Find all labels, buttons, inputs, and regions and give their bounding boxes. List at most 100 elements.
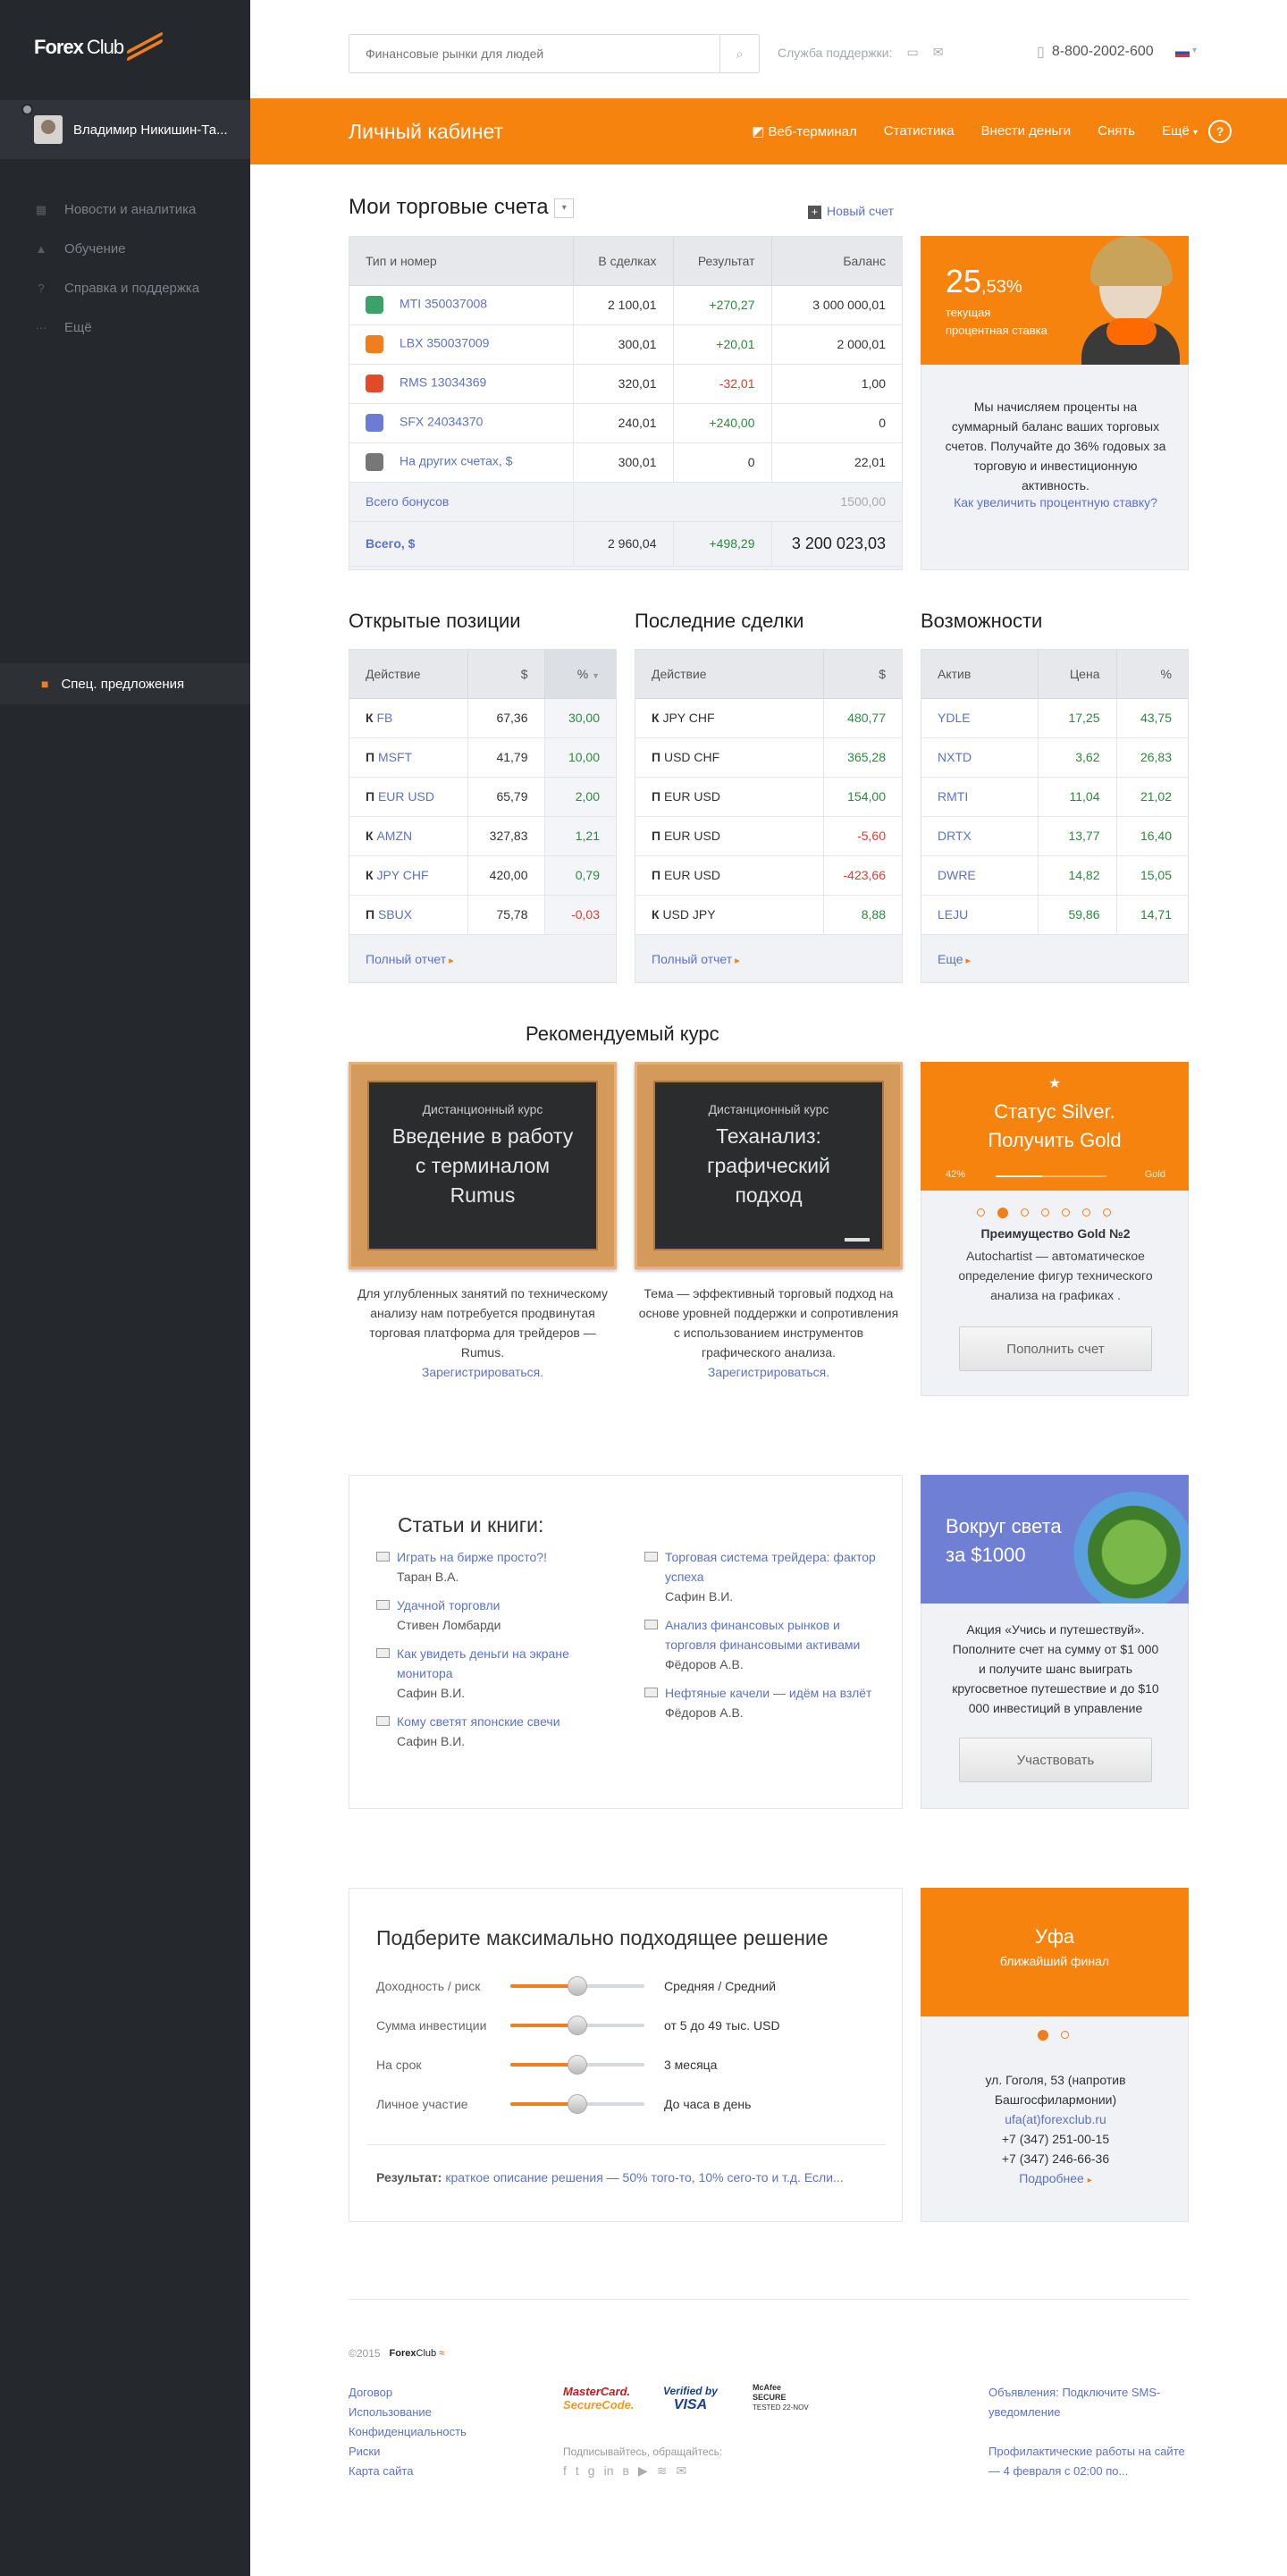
- opportunities-more-link[interactable]: Еще: [938, 952, 971, 966]
- col-type[interactable]: Тип и номер: [349, 237, 574, 286]
- rss-icon[interactable]: ≋: [657, 2463, 668, 2479]
- position-row[interactable]: К AMZN 327,83 1,21: [349, 816, 616, 856]
- col-asset[interactable]: Актив: [921, 650, 1039, 699]
- final-email[interactable]: ufa(at)forexclub.ru: [921, 2109, 1190, 2129]
- carousel-dots[interactable]: [1038, 2030, 1069, 2041]
- position-row[interactable]: П EUR USD 65,79 2,00: [349, 777, 616, 817]
- account-link[interactable]: На других счетах, $: [400, 454, 512, 468]
- menu-withdraw[interactable]: Снять: [1098, 123, 1135, 139]
- youtube-icon[interactable]: ▶: [638, 2463, 648, 2479]
- book-title[interactable]: Анализ финансовых рынков и торговля фина…: [644, 1615, 877, 1654]
- travel-banner[interactable]: Вокруг света за $1000: [921, 1475, 1189, 1604]
- deal-row[interactable]: П USD CHF 365,28: [635, 737, 902, 778]
- footer-link-privacy[interactable]: Конфиденциальность: [349, 2422, 467, 2442]
- sidebar-item-promo[interactable]: ■ Спец. предложения: [0, 663, 250, 704]
- opportunity-row[interactable]: DRTX 13,77 16,40: [921, 816, 1188, 856]
- position-row[interactable]: П SBUX 75,78 -0,03: [349, 895, 616, 935]
- account-row[interactable]: RMS 13034369 320,01 -32,01 1,00: [349, 364, 902, 404]
- slider-track[interactable]: [510, 2016, 644, 2035]
- opportunity-row[interactable]: YDLE 17,25 43,75: [921, 698, 1188, 738]
- final-more-link[interactable]: Подробнее ▸: [921, 2168, 1190, 2191]
- user-profile[interactable]: Владимир Никишин-Та...: [0, 100, 250, 159]
- col-usd[interactable]: $: [467, 650, 545, 699]
- course-card-2[interactable]: Дистанционный курс Теханализ: графически…: [635, 1062, 903, 1269]
- opportunity-row[interactable]: NXTD 3,62 26,83: [921, 737, 1188, 778]
- symbol-link[interactable]: SBUX: [378, 907, 412, 922]
- carousel-dots[interactable]: [977, 1208, 1111, 1218]
- menu-web-terminal[interactable]: ◩ Веб-терминал: [752, 123, 857, 139]
- col-result[interactable]: Результат: [673, 237, 772, 286]
- asset-link[interactable]: YDLE: [921, 698, 1039, 738]
- deal-row[interactable]: К USD JPY 8,88: [635, 895, 902, 935]
- rate-link[interactable]: Как увеличить процентную ставку?: [930, 495, 1181, 509]
- account-link[interactable]: LBX 350037009: [400, 336, 489, 350]
- book-title[interactable]: Нефтяные качели — идём на взлёт: [644, 1683, 877, 1703]
- linkedin-icon[interactable]: in: [604, 2463, 614, 2479]
- course-card-1[interactable]: Дистанционный курс Введение в работу с т…: [349, 1062, 617, 1269]
- deal-row[interactable]: П EUR USD 154,00: [635, 777, 902, 817]
- deal-row[interactable]: П EUR USD -5,60: [635, 816, 902, 856]
- new-account-button[interactable]: + Новый счет: [808, 204, 894, 219]
- language-flag-icon[interactable]: [1175, 48, 1190, 57]
- slider-track[interactable]: [510, 2055, 644, 2075]
- account-link[interactable]: SFX 24034370: [400, 415, 483, 429]
- register-link[interactable]: Зарегистрироваться.: [422, 1365, 543, 1379]
- book-title[interactable]: Кому светят японские свечи: [376, 1712, 618, 1731]
- top-up-button[interactable]: Пополнить счет: [959, 1326, 1152, 1371]
- slider-track[interactable]: [510, 2094, 644, 2114]
- slider-track[interactable]: [510, 1976, 644, 1996]
- account-link[interactable]: RMS 13034369: [400, 375, 486, 390]
- slider-handle[interactable]: [568, 2055, 587, 2075]
- symbol-link[interactable]: JPY CHF: [376, 868, 428, 882]
- sidebar-item-education[interactable]: ▲ Обучение: [34, 241, 126, 257]
- maintenance-notice[interactable]: Профилактические работы на сайте — 4 фев…: [988, 2442, 1189, 2481]
- help-button[interactable]: ?: [1208, 120, 1232, 143]
- opportunity-row[interactable]: DWRE 14,82 15,05: [921, 855, 1188, 896]
- slider-handle[interactable]: [568, 2016, 587, 2035]
- col-pct[interactable]: % ▼: [544, 650, 616, 699]
- col-deals[interactable]: В сделках: [573, 237, 674, 286]
- chat-icon[interactable]: ▭: [907, 45, 919, 60]
- chevron-down-icon[interactable]: ▾: [1192, 46, 1197, 55]
- positions-more-link[interactable]: Полный отчет: [366, 952, 454, 966]
- menu-statistics[interactable]: Статистика: [884, 123, 955, 139]
- sidebar-item-help[interactable]: ? Справка и поддержка: [34, 281, 199, 296]
- opportunity-row[interactable]: RMTI 11,04 21,02: [921, 777, 1188, 817]
- menu-more[interactable]: Ещё ▾: [1162, 123, 1198, 139]
- logo[interactable]: Forex Club: [34, 31, 164, 62]
- symbol-link[interactable]: FB: [376, 711, 392, 725]
- account-row[interactable]: SFX 24034370 240,01 +240,00 0: [349, 403, 902, 443]
- sidebar-item-news[interactable]: ▦ Новости и аналитика: [34, 202, 197, 217]
- position-row[interactable]: П MSFT 41,79 10,00: [349, 737, 616, 778]
- mail-icon[interactable]: ✉: [676, 2463, 686, 2479]
- account-row[interactable]: На других счетах, $ 300,01 0 22,01: [349, 442, 902, 483]
- result-link[interactable]: краткое описание решения — 50% того-то, …: [445, 2170, 843, 2185]
- sidebar-item-more[interactable]: ··· Ещё: [34, 320, 92, 335]
- col-action[interactable]: Действие: [349, 650, 468, 699]
- asset-link[interactable]: NXTD: [921, 737, 1039, 778]
- col-action[interactable]: Действие: [635, 650, 824, 699]
- google-plus-icon[interactable]: g: [588, 2463, 595, 2479]
- footer-link-contract[interactable]: Договор: [349, 2383, 467, 2403]
- position-row[interactable]: К FB 67,36 30,00: [349, 698, 616, 738]
- participate-button[interactable]: Участвовать: [959, 1738, 1152, 1782]
- register-link[interactable]: Зарегистрироваться.: [708, 1365, 829, 1379]
- col-price[interactable]: Цена: [1038, 650, 1117, 699]
- asset-link[interactable]: DWRE: [921, 855, 1039, 896]
- opportunity-row[interactable]: LEJU 59,86 14,71: [921, 895, 1188, 935]
- slider-handle[interactable]: [568, 2094, 587, 2114]
- footer-link-sitemap[interactable]: Карта сайта: [349, 2462, 467, 2481]
- asset-link[interactable]: RMTI: [921, 777, 1039, 817]
- deal-row[interactable]: К JPY CHF 480,77: [635, 698, 902, 738]
- bonus-label[interactable]: Всего бонусов: [349, 482, 574, 522]
- book-title[interactable]: Как увидеть деньги на экране монитора: [376, 1644, 618, 1683]
- facebook-icon[interactable]: f: [563, 2463, 567, 2479]
- account-row[interactable]: LBX 350037009 300,01 +20,01 2 000,01: [349, 324, 902, 365]
- footer-logo[interactable]: ForexClub ≈: [390, 2348, 445, 2359]
- col-pct[interactable]: %: [1116, 650, 1188, 699]
- position-row[interactable]: К JPY CHF 420,00 0,79: [349, 855, 616, 896]
- symbol-link[interactable]: MSFT: [378, 750, 412, 764]
- deal-row[interactable]: П EUR USD -423,66: [635, 855, 902, 896]
- account-link[interactable]: MTI 350037008: [400, 297, 487, 311]
- book-title[interactable]: Торговая система трейдера: фактор успеха: [644, 1547, 877, 1587]
